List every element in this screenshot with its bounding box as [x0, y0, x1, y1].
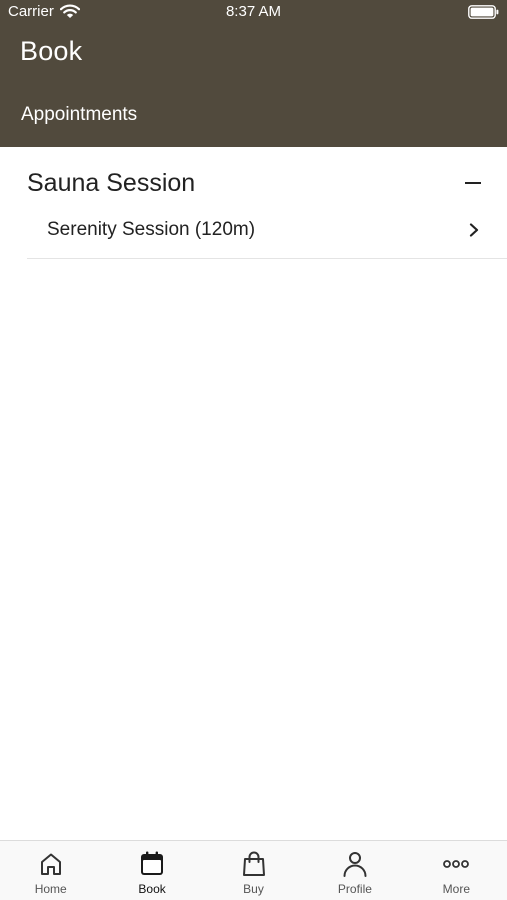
- header: Carrier 8:37 AM Book Appointments: [0, 0, 507, 147]
- session-label: Serenity Session (120m): [47, 218, 256, 240]
- tab-label-book: Book: [138, 882, 166, 896]
- tab-book[interactable]: Book: [101, 841, 202, 900]
- battery-icon: [468, 5, 499, 19]
- tab-home[interactable]: Home: [0, 841, 101, 900]
- calendar-icon: [141, 851, 164, 875]
- page-title: Book: [20, 36, 83, 66]
- chevron-right-icon: [469, 222, 479, 237]
- tab-profile[interactable]: Profile: [304, 841, 405, 900]
- more-dots-icon: [443, 860, 470, 868]
- section-header-sauna[interactable]: Sauna Session: [27, 167, 507, 199]
- status-time: 8:37 AM: [225, 3, 282, 20]
- tab-buy[interactable]: Buy: [203, 841, 304, 900]
- tab-label-more: More: [442, 882, 470, 896]
- tab-appointments[interactable]: Appointments: [21, 104, 137, 126]
- section-title: Sauna Session: [27, 168, 196, 197]
- tab-more[interactable]: More: [406, 841, 507, 900]
- status-bar: Carrier 8:37 AM: [0, 0, 507, 24]
- home-icon: [40, 853, 61, 875]
- tab-label-buy: Buy: [243, 882, 264, 896]
- content-area: Sauna Session Serenity Session (120m): [0, 147, 507, 840]
- tab-label-home: Home: [34, 882, 67, 896]
- tab-label-profile: Profile: [337, 882, 372, 896]
- person-icon: [343, 852, 367, 877]
- tab-bar: Home Book Buy Profile More: [0, 840, 507, 900]
- shopping-bag-icon: [242, 851, 265, 876]
- collapse-minus-icon[interactable]: [465, 182, 481, 184]
- list-item-session[interactable]: Serenity Session (120m): [27, 207, 507, 259]
- app-screen: Carrier 8:37 AM Book Appointments Sauna …: [0, 0, 507, 900]
